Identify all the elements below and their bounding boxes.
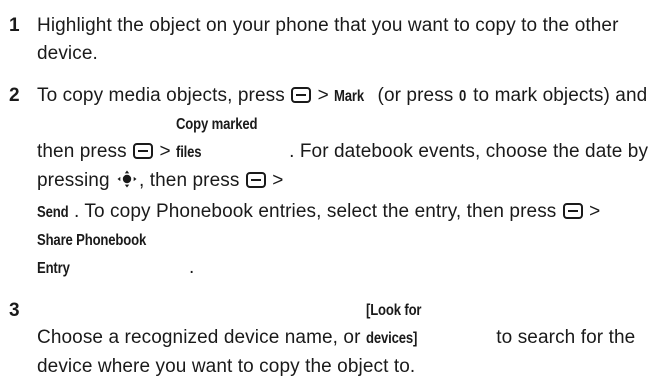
ui-label-copy-marked-files: Copy marked files bbox=[176, 116, 258, 161]
instruction-page: 1 Highlight the object on your phone tha… bbox=[0, 0, 657, 377]
menu-key-icon bbox=[133, 143, 154, 159]
ui-label-wrap: Copy marked files bbox=[176, 111, 289, 167]
ui-label-mark: Mark bbox=[334, 88, 365, 105]
step-2: 2 To copy media objects, press > Mark (o… bbox=[8, 82, 649, 283]
step-text-segment: . To copy Phonebook entries, select the … bbox=[74, 201, 562, 222]
step-number: 3 bbox=[9, 300, 20, 321]
step-number: 1 bbox=[9, 15, 20, 36]
step-text: To copy media objects, press > Mark (or … bbox=[37, 82, 649, 283]
menu-key-icon bbox=[562, 203, 583, 219]
step-text-segment: , then press bbox=[139, 170, 245, 191]
step-1: 1 Highlight the object on your phone tha… bbox=[8, 12, 649, 68]
step-text-segment: > bbox=[583, 201, 601, 222]
ui-label-wrap: Send bbox=[37, 198, 74, 227]
navigation-key-icon bbox=[116, 169, 138, 198]
menu-key-icon bbox=[245, 172, 266, 188]
step-text-segment: . bbox=[189, 257, 195, 278]
step-text-segment: Choose a recognized device name, or bbox=[37, 327, 366, 348]
key-label-zero: 0 bbox=[458, 88, 466, 105]
ui-label-share-phonebook-entry: Share Phonebook Entry bbox=[37, 232, 147, 277]
step-number: 2 bbox=[9, 85, 20, 106]
ui-label-send: Send bbox=[37, 204, 69, 221]
step-text-segment: > bbox=[312, 85, 335, 106]
step-text-segment: > bbox=[154, 141, 177, 162]
ui-label-wrap: [Look for devices] bbox=[366, 297, 491, 353]
ui-label-wrap: Share Phonebook Entry bbox=[37, 227, 189, 283]
ui-label-wrap: Mark bbox=[334, 82, 372, 111]
ui-label-look-for-devices: [Look for devices] bbox=[365, 302, 422, 347]
step-text-segment: To copy media objects, press bbox=[37, 85, 291, 106]
step-text-segment: > bbox=[266, 170, 284, 191]
menu-key-icon bbox=[291, 87, 312, 103]
step-text: Highlight the object on your phone that … bbox=[37, 12, 649, 68]
step-text-segment: Highlight the object on your phone that … bbox=[37, 15, 619, 64]
step-text: Choose a recognized device name, or [Loo… bbox=[37, 297, 649, 381]
ui-label-wrap: 0 bbox=[459, 82, 468, 111]
step-3: 3 Choose a recognized device name, or [L… bbox=[8, 297, 649, 381]
step-text-segment: (or press bbox=[372, 85, 459, 106]
